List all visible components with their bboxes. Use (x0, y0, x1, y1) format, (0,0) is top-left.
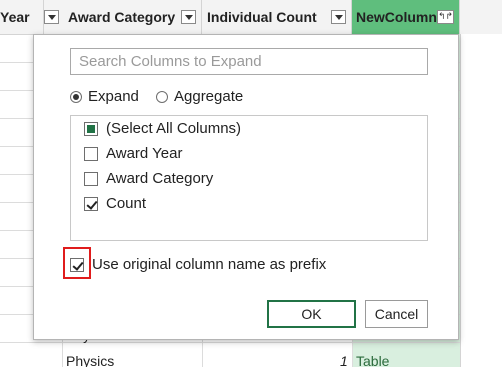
column-header-newcolumn-label: NewColumn (356, 9, 437, 25)
count-label: Count (106, 195, 147, 212)
award-category-filter-dropdown[interactable] (181, 10, 196, 24)
cell-award-category: Physics (66, 353, 115, 367)
expand-column-icon[interactable]: ↰↱ (437, 10, 454, 24)
expand-column-popup: Expand Aggregate (Select All Columns) Aw… (33, 34, 459, 340)
column-header-award-category-label: Award Category (68, 9, 176, 25)
query-settings-pane (460, 34, 502, 367)
award-category-checkbox[interactable] (84, 172, 98, 186)
column-header-year-label: Year (0, 9, 30, 25)
select-all-label: (Select All Columns) (106, 120, 242, 137)
annotation-highlight-box (63, 247, 91, 279)
search-columns-input[interactable] (70, 48, 428, 75)
column-header-year[interactable]: Year (0, 0, 44, 34)
cell-newcolumn-table-link[interactable]: Table (356, 353, 389, 367)
cell-individual-count: 1 (340, 353, 348, 367)
power-query-editor: Year Award Category Individual Count New… (0, 0, 502, 367)
columns-checklist: (Select All Columns) Award Year Award Ca… (70, 115, 428, 241)
aggregate-radio-label: Aggregate (174, 88, 244, 105)
award-category-label: Award Category (106, 170, 214, 187)
use-prefix-label: Use original column name as prefix (92, 256, 327, 273)
grid-header-row: Year Award Category Individual Count New… (0, 0, 502, 35)
column-header-individual-count[interactable]: Individual Count (202, 0, 352, 34)
cancel-button[interactable]: Cancel (365, 300, 428, 328)
award-year-checkbox[interactable] (84, 147, 98, 161)
select-all-checkbox[interactable] (84, 122, 98, 136)
count-checkbox[interactable] (84, 197, 98, 211)
aggregate-radio-button[interactable] (156, 91, 168, 103)
individual-count-filter-dropdown[interactable] (331, 10, 346, 24)
expand-radio-button[interactable] (70, 91, 82, 103)
expand-radio-label: Expand (88, 88, 139, 105)
award-year-label: Award Year (106, 145, 183, 162)
year-filter-dropdown[interactable] (44, 10, 59, 24)
ok-button[interactable]: OK (267, 300, 356, 328)
column-header-individual-count-label: Individual Count (207, 9, 317, 25)
